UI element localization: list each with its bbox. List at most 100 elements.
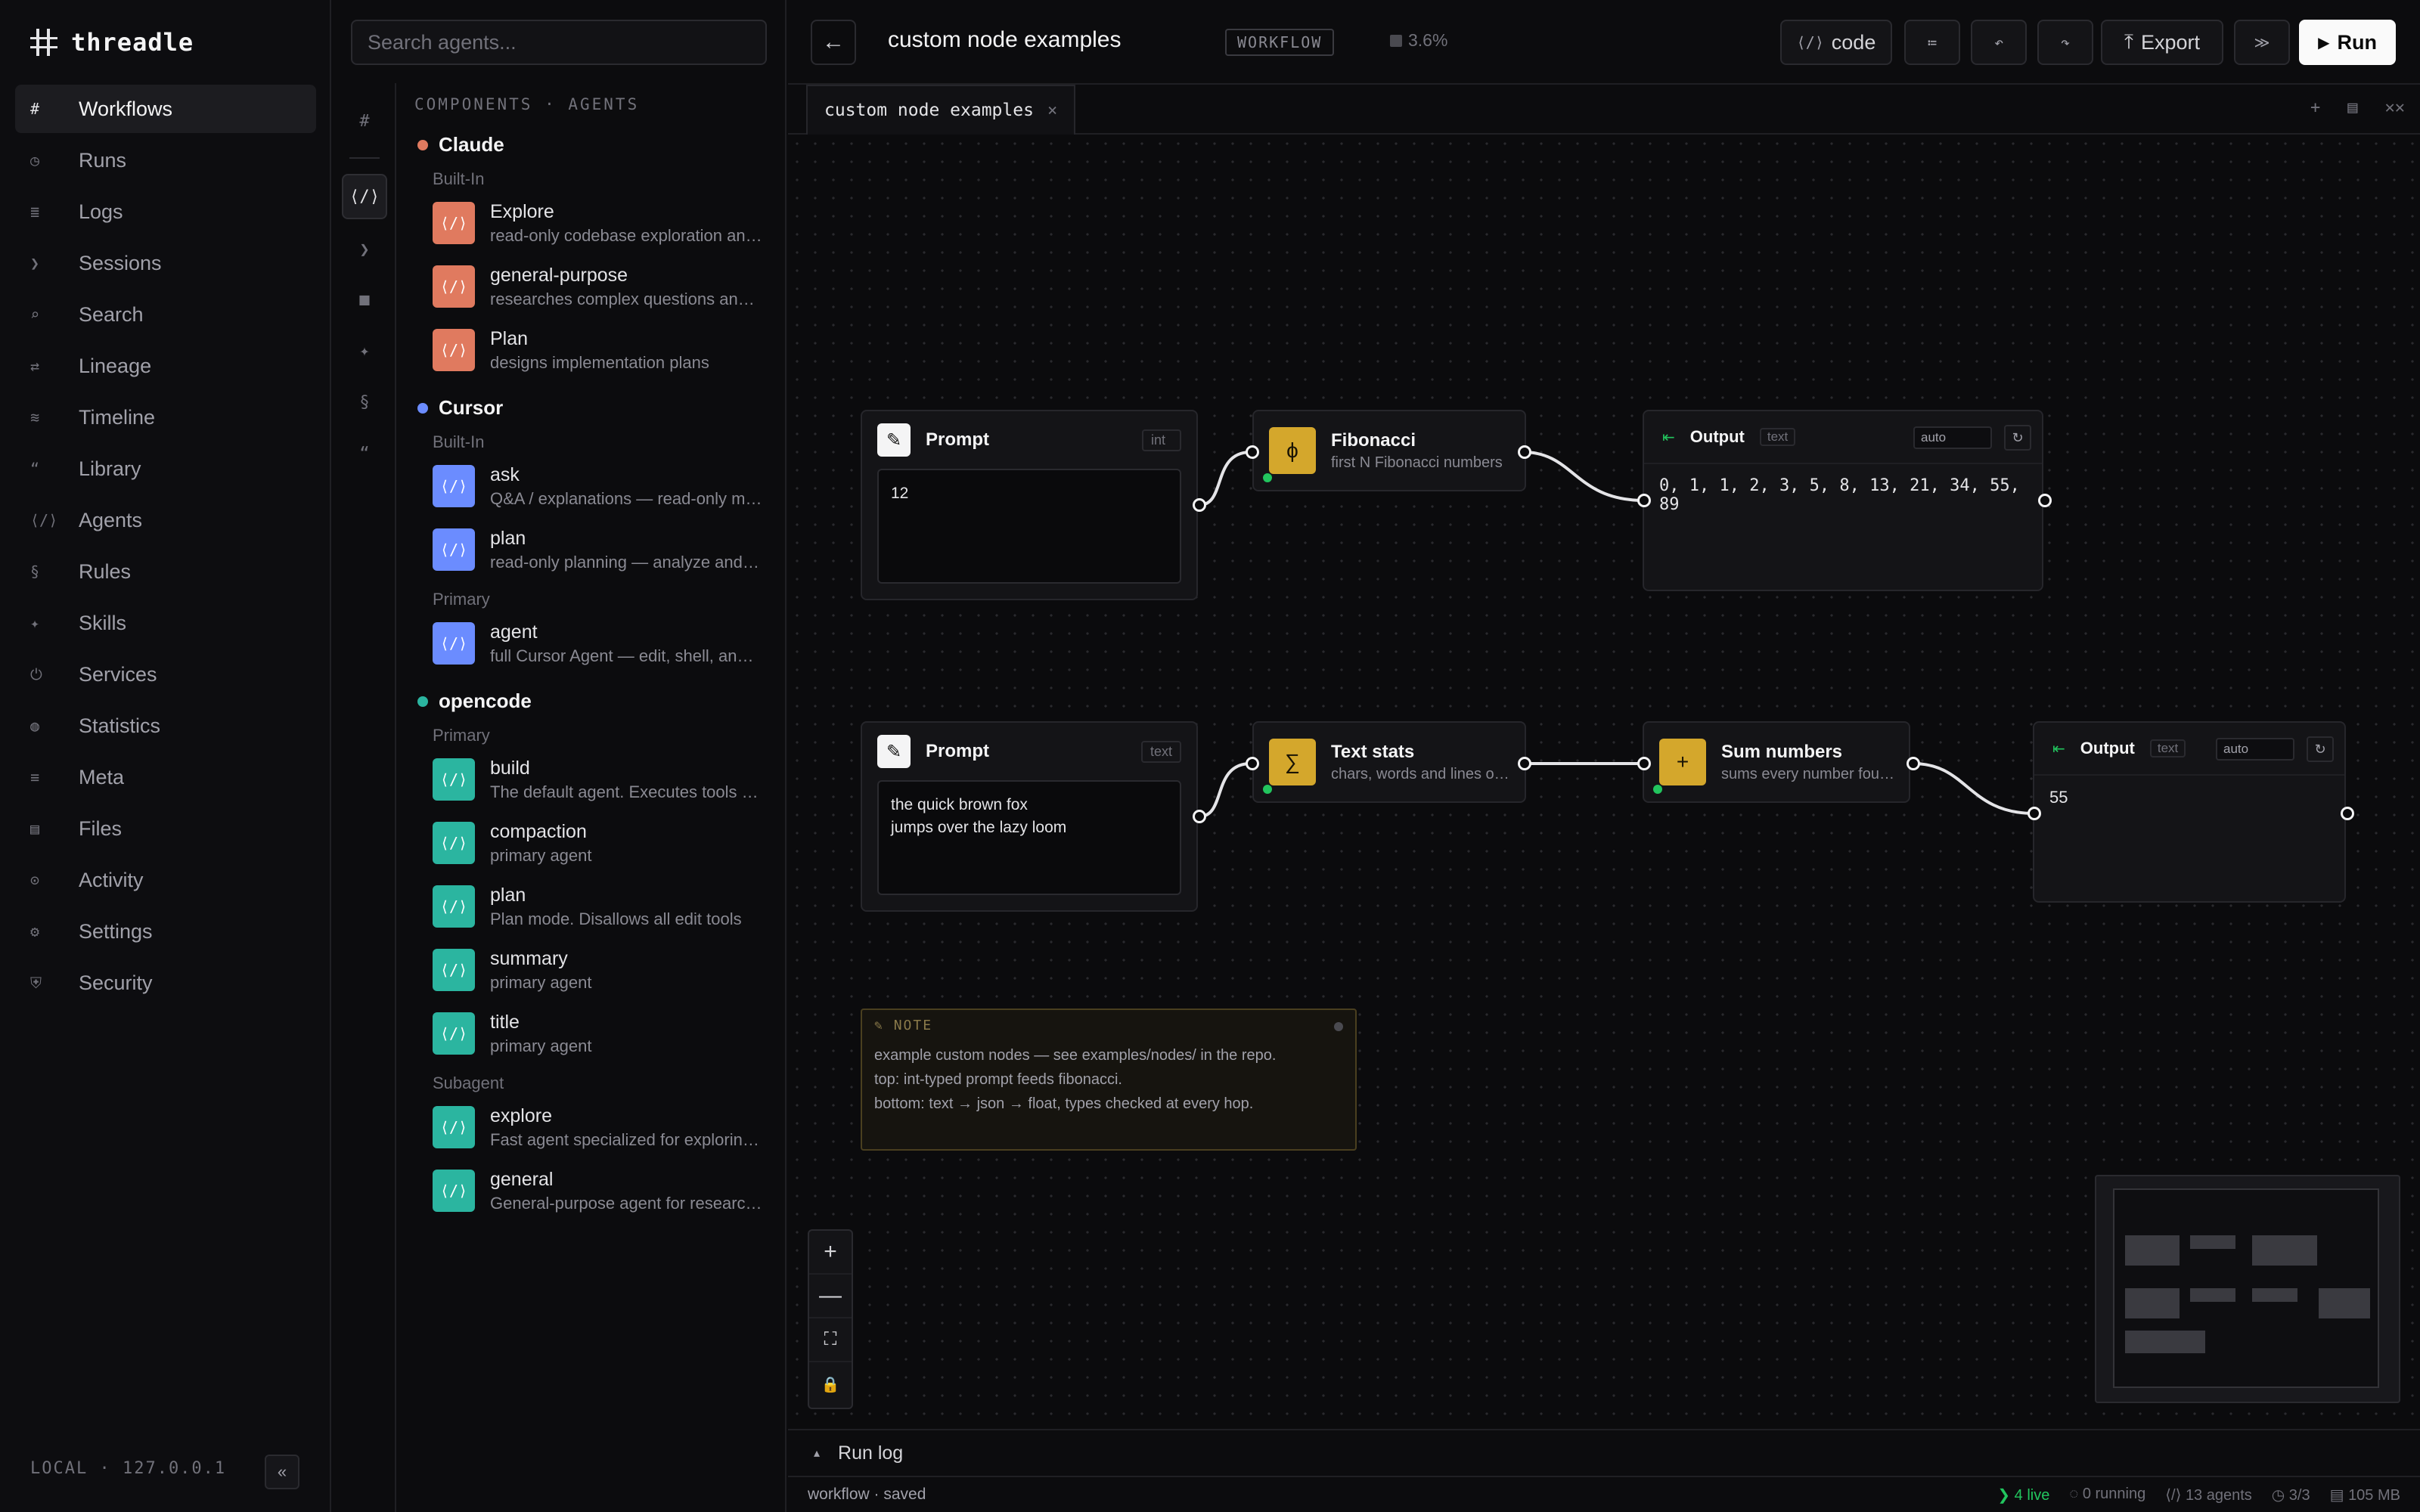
provider-opencode[interactable]: opencode [417, 689, 532, 713]
port-sum-out[interactable] [1907, 757, 1920, 770]
output-mode-select[interactable]: auto [1913, 426, 1992, 449]
nav-item-agents[interactable]: ⟨/⟩ Agents [15, 496, 316, 544]
code-button[interactable]: ⟨/⟩ code [1780, 20, 1892, 65]
rail-button[interactable]: ⟨/⟩ [342, 174, 387, 219]
nav-item-rules[interactable]: § Rules [15, 547, 316, 596]
port-prompt1-out[interactable] [1193, 498, 1206, 512]
fit-view-button[interactable]: ⛶ [809, 1318, 852, 1362]
output-node-1[interactable]: ⇤ Output text auto ↻ 0, 1, 1, 2, 3, 5, 8… [1643, 410, 2043, 591]
agent-item[interactable]: ⟨/⟩ compaction primary agent [433, 816, 780, 869]
collapse-sidebar-button[interactable]: « [265, 1455, 299, 1489]
port-stats-in[interactable] [1246, 757, 1259, 770]
back-button[interactable]: ← [811, 20, 856, 65]
port-sum-in[interactable] [1637, 757, 1651, 770]
zoom-in-button[interactable]: + [809, 1231, 852, 1275]
nav-item-workflows[interactable]: # Workflows [15, 85, 316, 133]
run-log-bar[interactable]: ▴ Run log [788, 1429, 2420, 1476]
rail-button[interactable]: ✦ [342, 328, 387, 373]
nav-item-skills[interactable]: ✦ Skills [15, 599, 316, 647]
prompt-node-text[interactable]: ✎ Prompt text the quick brown fox jumps … [861, 721, 1198, 912]
lock-button[interactable]: 🔒 [809, 1362, 852, 1406]
zoom-out-button[interactable]: — [809, 1275, 852, 1318]
type-tag[interactable]: int [1142, 429, 1181, 451]
agent-item[interactable]: ⟨/⟩ plan Plan mode. Disallows all edit too… [433, 880, 780, 933]
split-view-icon[interactable]: ▤ [2347, 98, 2357, 117]
text-stats-node[interactable]: ∑ Text stats chars, words and lines of t… [1252, 721, 1526, 803]
agent-item[interactable]: ⟨/⟩ general-purpose researches complex que… [433, 260, 780, 313]
nav-item-settings[interactable]: ⚙ Settings [15, 907, 316, 956]
nav-item-files[interactable]: ▤ Files [15, 804, 316, 853]
port-stats-out[interactable] [1518, 757, 1531, 770]
refresh-icon[interactable]: ↻ [2004, 425, 2031, 451]
agent-item[interactable]: ⟨/⟩ build The default agent. Executes tool… [433, 753, 780, 806]
export-button[interactable]: ⤒ Export [2101, 20, 2223, 65]
port-fib-out[interactable] [1518, 445, 1531, 459]
new-tab-icon[interactable]: + [2310, 98, 2320, 117]
agent-item[interactable]: ⟨/⟩ summary primary agent [433, 943, 780, 996]
provider-cursor[interactable]: Cursor [417, 396, 503, 420]
agent-item[interactable]: ⟨/⟩ general General-purpose agent for rese… [433, 1164, 780, 1217]
nav-label: Agents [79, 508, 143, 531]
agent-item[interactable]: ⟨/⟩ plan read-only planning — analyze and … [433, 523, 780, 576]
agent-desc: read-only planning — analyze and propose [490, 552, 762, 572]
agent-item[interactable]: ⟨/⟩ title primary agent [433, 1007, 780, 1060]
agent-item[interactable]: ⟨/⟩ explore Fast agent specialized for exp… [433, 1101, 780, 1154]
minimap[interactable] [2095, 1175, 2400, 1403]
nav-item-logs[interactable]: ≣ Logs [15, 187, 316, 236]
nav-item-activity[interactable]: ⊙ Activity [15, 856, 316, 904]
fibonacci-node[interactable]: ϕ Fibonacci first N Fibonacci numbers [1252, 410, 1526, 491]
output-mode-select[interactable]: auto [2216, 738, 2294, 761]
port-out1-in[interactable] [1637, 494, 1651, 507]
type-tag[interactable]: text [1140, 741, 1181, 763]
provider-claude[interactable]: Claude [417, 133, 504, 156]
app-logo[interactable]: threadle [30, 27, 194, 57]
agent-item[interactable]: ⟨/⟩ Explore read-only codebase exploration… [433, 197, 780, 249]
prompt-textarea[interactable]: the quick brown fox jumps over the lazy … [877, 780, 1181, 895]
port-prompt2-out[interactable] [1193, 810, 1206, 823]
agent-item[interactable]: ⟨/⟩ Plan designs implementation plans [433, 324, 780, 376]
agent-item[interactable]: ⟨/⟩ agent full Cursor Agent — edit, shell,… [433, 617, 780, 670]
nav-item-statistics[interactable]: ◍ Statistics [15, 702, 316, 750]
nav-item-lineage[interactable]: ⇄ Lineage [15, 342, 316, 390]
minimap-node [2125, 1331, 2205, 1353]
prompt-node-int[interactable]: ✎ Prompt int 12 [861, 410, 1198, 600]
tab-custom-node-examples[interactable]: custom node examples × [806, 85, 1076, 135]
agent-item[interactable]: ⟨/⟩ ask Q&A / explanations — read-only mod… [433, 460, 780, 513]
nav-item-security[interactable]: ⛨ Security [15, 959, 316, 1007]
redo-button[interactable]: ↷ [2037, 20, 2093, 65]
rail-button[interactable]: # [342, 98, 387, 144]
tab-label: custom node examples [824, 101, 1034, 120]
prompt-textarea[interactable]: 12 [877, 469, 1181, 584]
note-menu-icon[interactable] [1334, 1022, 1343, 1031]
list-view-button[interactable]: ≔ [1904, 20, 1960, 65]
rail-button[interactable]: ■ [342, 277, 387, 322]
rail-button[interactable]: § [342, 380, 387, 425]
port-fib-in[interactable] [1246, 445, 1259, 459]
undo-button[interactable]: ↶ [1971, 20, 2027, 65]
close-all-icon[interactable]: ✕✕ [2385, 98, 2406, 117]
nav-item-runs[interactable]: ◷ Runs [15, 136, 316, 184]
port-out2-out[interactable] [2341, 807, 2354, 820]
search-agents-input[interactable] [351, 20, 767, 65]
refresh-icon[interactable]: ↻ [2307, 736, 2334, 762]
close-tab-icon[interactable]: × [1047, 101, 1057, 120]
run-button[interactable]: ▶ Run [2299, 20, 2396, 65]
nav-item-sessions[interactable]: ❯ Sessions [15, 239, 316, 287]
rail-button[interactable]: ❯ [342, 227, 387, 272]
nav-item-timeline[interactable]: ≋ Timeline [15, 393, 316, 442]
nav-item-library[interactable]: “ Library [15, 445, 316, 493]
nav-item-services[interactable]: ⏻ Services [15, 650, 316, 699]
rail-button[interactable]: “ [342, 431, 387, 476]
sum-numbers-node[interactable]: + Sum numbers sums every number found [1643, 721, 1910, 803]
nav-item-meta[interactable]: ≡ Meta [15, 753, 316, 801]
minimap-viewport[interactable] [2113, 1188, 2379, 1388]
workflow-canvas[interactable]: ✎ Prompt int 12 ϕ Fibonacci first N Fibo… [788, 135, 2420, 1429]
more-button[interactable]: ≫ [2234, 20, 2290, 65]
agent-desc: full Cursor Agent — edit, shell, and too… [490, 646, 762, 665]
port-out2-in[interactable] [2028, 807, 2041, 820]
nav-item-search[interactable]: ⌕ Search [15, 290, 316, 339]
workflow-title[interactable]: custom node examples [888, 27, 1122, 53]
output-node-2[interactable]: ⇤ Output text auto ↻ 55 [2033, 721, 2346, 903]
note-card[interactable]: ✎ NOTE example custom nodes — see exampl… [861, 1009, 1357, 1151]
port-out1-out[interactable] [2038, 494, 2052, 507]
